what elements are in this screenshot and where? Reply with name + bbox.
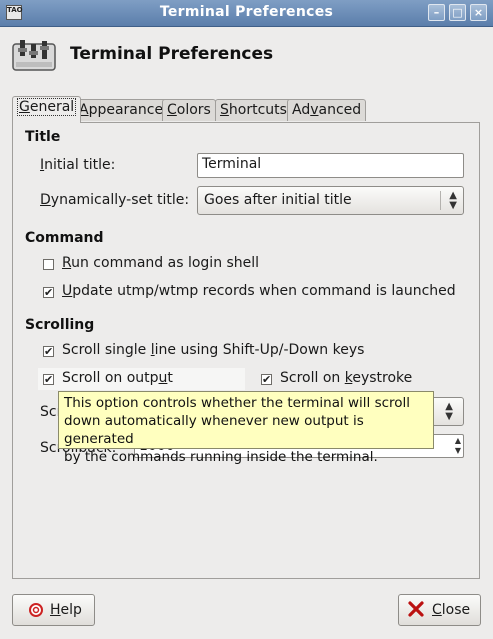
scroll-on-output-checkbox[interactable]: ✔ xyxy=(43,374,54,385)
maximize-button[interactable]: □ xyxy=(449,4,466,21)
spin-arrows-icon[interactable]: ▲ ▼ xyxy=(455,436,461,456)
tab-label: Ad xyxy=(292,102,311,118)
close-button[interactable]: Close xyxy=(398,594,481,626)
close-icon: × xyxy=(473,6,484,19)
tab-colors[interactable]: Colors xyxy=(162,99,216,121)
minimize-button[interactable]: – xyxy=(428,4,445,21)
tab-label: anced xyxy=(318,102,362,118)
check-icon: ✔ xyxy=(44,345,54,358)
login-shell-label[interactable]: Run command as login shell xyxy=(62,255,259,271)
help-button[interactable]: Help xyxy=(12,594,95,626)
dynamic-title-label: Dynamically-set title: xyxy=(40,192,190,208)
page-title: Terminal Preferences xyxy=(70,44,274,64)
scroll-single-line-label[interactable]: Scroll single line using Shift-Up/-Down … xyxy=(62,342,364,358)
check-icon: ✔ xyxy=(262,373,272,386)
help-lifebuoy-icon xyxy=(29,603,43,617)
dynamic-title-combo[interactable]: Goes after initial title ▲ ▼ xyxy=(197,186,464,215)
tab-advanced[interactable]: Advanced xyxy=(287,99,367,121)
login-shell-checkbox[interactable] xyxy=(43,259,54,270)
combo-value: Goes after initial title xyxy=(204,192,352,208)
tab-label: eneral xyxy=(29,99,75,115)
close-x-icon xyxy=(407,600,425,618)
tab-shortcuts[interactable]: Shortcuts xyxy=(215,99,292,121)
scroll-on-output-label[interactable]: Scroll on output xyxy=(62,370,173,386)
minimize-icon: – xyxy=(433,6,440,19)
preferences-mixer-icon xyxy=(12,38,56,72)
utmp-label[interactable]: Update utmp/wtmp records when command is… xyxy=(62,283,456,299)
initial-title-label: Initial title: xyxy=(40,157,116,173)
scroll-on-keystroke-checkbox[interactable]: ✔ xyxy=(261,374,272,385)
combo-arrows-icon: ▲ ▼ xyxy=(449,190,457,211)
check-icon: ✔ xyxy=(44,373,54,386)
tab-label: ppearance xyxy=(88,102,164,118)
maximize-icon: □ xyxy=(452,6,463,19)
tab-mnemonic: v xyxy=(310,102,319,118)
check-icon: ✔ xyxy=(44,286,54,299)
tab-mnemonic: S xyxy=(220,102,229,118)
scroll-on-output-tooltip: This option controls whether the termina… xyxy=(58,391,434,465)
scroll-on-keystroke-label[interactable]: Scroll on keystroke xyxy=(280,370,412,386)
tab-appearance[interactable]: Appearance xyxy=(74,99,169,121)
utmp-checkbox[interactable]: ✔ xyxy=(43,287,54,298)
tab-general[interactable]: General xyxy=(12,96,82,123)
section-title-heading: Title xyxy=(25,129,61,145)
initial-title-input[interactable]: Terminal xyxy=(197,153,464,178)
window-close-button[interactable]: × xyxy=(470,4,487,21)
scrollbar-position-combo[interactable]: ▲ ▼ xyxy=(430,397,464,426)
help-button-label: Help xyxy=(50,602,82,618)
tab-label: hortcuts xyxy=(228,102,287,118)
close-button-label: Close xyxy=(432,602,471,618)
section-command-heading: Command xyxy=(25,230,104,246)
section-scrolling-heading: Scrolling xyxy=(25,317,95,333)
tab-mnemonic: C xyxy=(167,102,177,118)
tab-mnemonic: G xyxy=(19,99,30,115)
window-titlebar[interactable]: TAO Terminal Preferences – □ × xyxy=(0,0,493,27)
tab-label: olors xyxy=(176,102,211,118)
combo-arrows-icon: ▲ ▼ xyxy=(445,401,453,422)
window-title: Terminal Preferences xyxy=(159,4,334,20)
scroll-single-line-checkbox[interactable]: ✔ xyxy=(43,346,54,357)
